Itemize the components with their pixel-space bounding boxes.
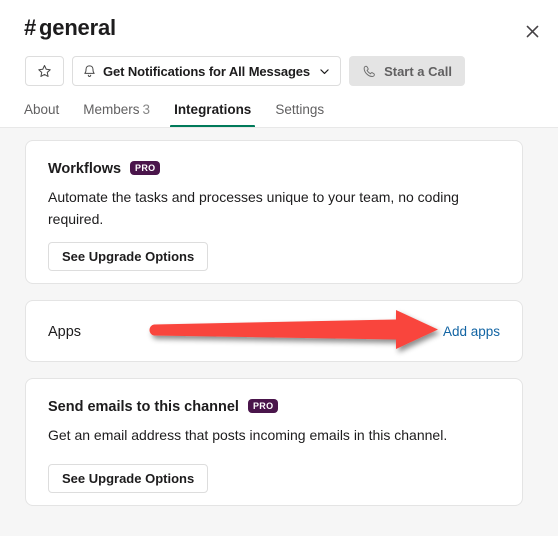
panel-tabs: About Members 3 Integrations Settings — [24, 99, 336, 128]
tab-members[interactable]: Members 3 — [71, 101, 162, 128]
send-emails-card-title: Send emails to this channel PRO — [48, 397, 279, 417]
page-title: # general — [24, 14, 116, 42]
send-emails-upgrade-button[interactable]: See Upgrade Options — [48, 464, 209, 493]
bell-icon — [82, 64, 97, 79]
chevron-down-icon — [318, 65, 331, 78]
pro-badge: PRO — [130, 161, 161, 175]
send-emails-card-description: Get an email address that posts incoming… — [48, 427, 448, 443]
tab-settings[interactable]: Settings — [263, 101, 336, 128]
channel-name: general — [39, 15, 116, 40]
workflows-card-title: Workflows PRO — [48, 159, 161, 179]
tab-integrations[interactable]: Integrations — [162, 101, 263, 128]
tab-integrations-label: Integrations — [174, 102, 252, 117]
notifications-button-label: Get Notifications for All Messages — [103, 63, 311, 79]
add-apps-link[interactable]: Add apps — [443, 322, 500, 342]
start-call-button-label: Start a Call — [384, 63, 452, 79]
phone-icon — [362, 64, 377, 79]
pro-badge: PRO — [247, 399, 279, 413]
apps-card: Apps Add apps — [25, 300, 523, 362]
tab-settings-label: Settings — [275, 102, 325, 117]
send-emails-upgrade-button-label: See Upgrade Options — [62, 471, 195, 486]
workflows-upgrade-button[interactable]: See Upgrade Options — [48, 242, 209, 271]
close-button[interactable] — [518, 17, 546, 45]
tab-members-label: Members — [83, 102, 140, 117]
star-channel-button[interactable] — [25, 56, 64, 86]
tab-about[interactable]: About — [24, 101, 71, 128]
notifications-button[interactable]: Get Notifications for All Messages — [72, 56, 342, 86]
header-action-buttons: Get Notifications for All Messages Start… — [25, 56, 465, 86]
channel-hash-prefix: # — [24, 15, 37, 40]
tab-about-label: About — [24, 102, 60, 117]
close-icon — [525, 24, 540, 39]
start-call-button[interactable]: Start a Call — [349, 56, 465, 86]
apps-card-title: Apps — [48, 324, 82, 340]
send-emails-title-text: Send emails to this channel — [48, 399, 239, 415]
star-icon — [37, 64, 52, 79]
panel-header: # general Get Notifications for All Mess… — [0, 0, 558, 128]
workflows-card-description: Automate the tasks and processes unique … — [48, 189, 459, 227]
workflows-title-text: Workflows — [48, 161, 122, 177]
workflows-upgrade-button-label: See Upgrade Options — [62, 249, 195, 264]
integrations-content: Workflows PRO Automate the tasks and pro… — [0, 128, 558, 536]
send-emails-card: Send emails to this channel PRO Get an e… — [25, 378, 523, 506]
workflows-card: Workflows PRO Automate the tasks and pro… — [25, 140, 523, 284]
channel-details-panel: # general Get Notifications for All Mess… — [0, 0, 558, 536]
tab-members-count: 3 — [142, 102, 151, 117]
